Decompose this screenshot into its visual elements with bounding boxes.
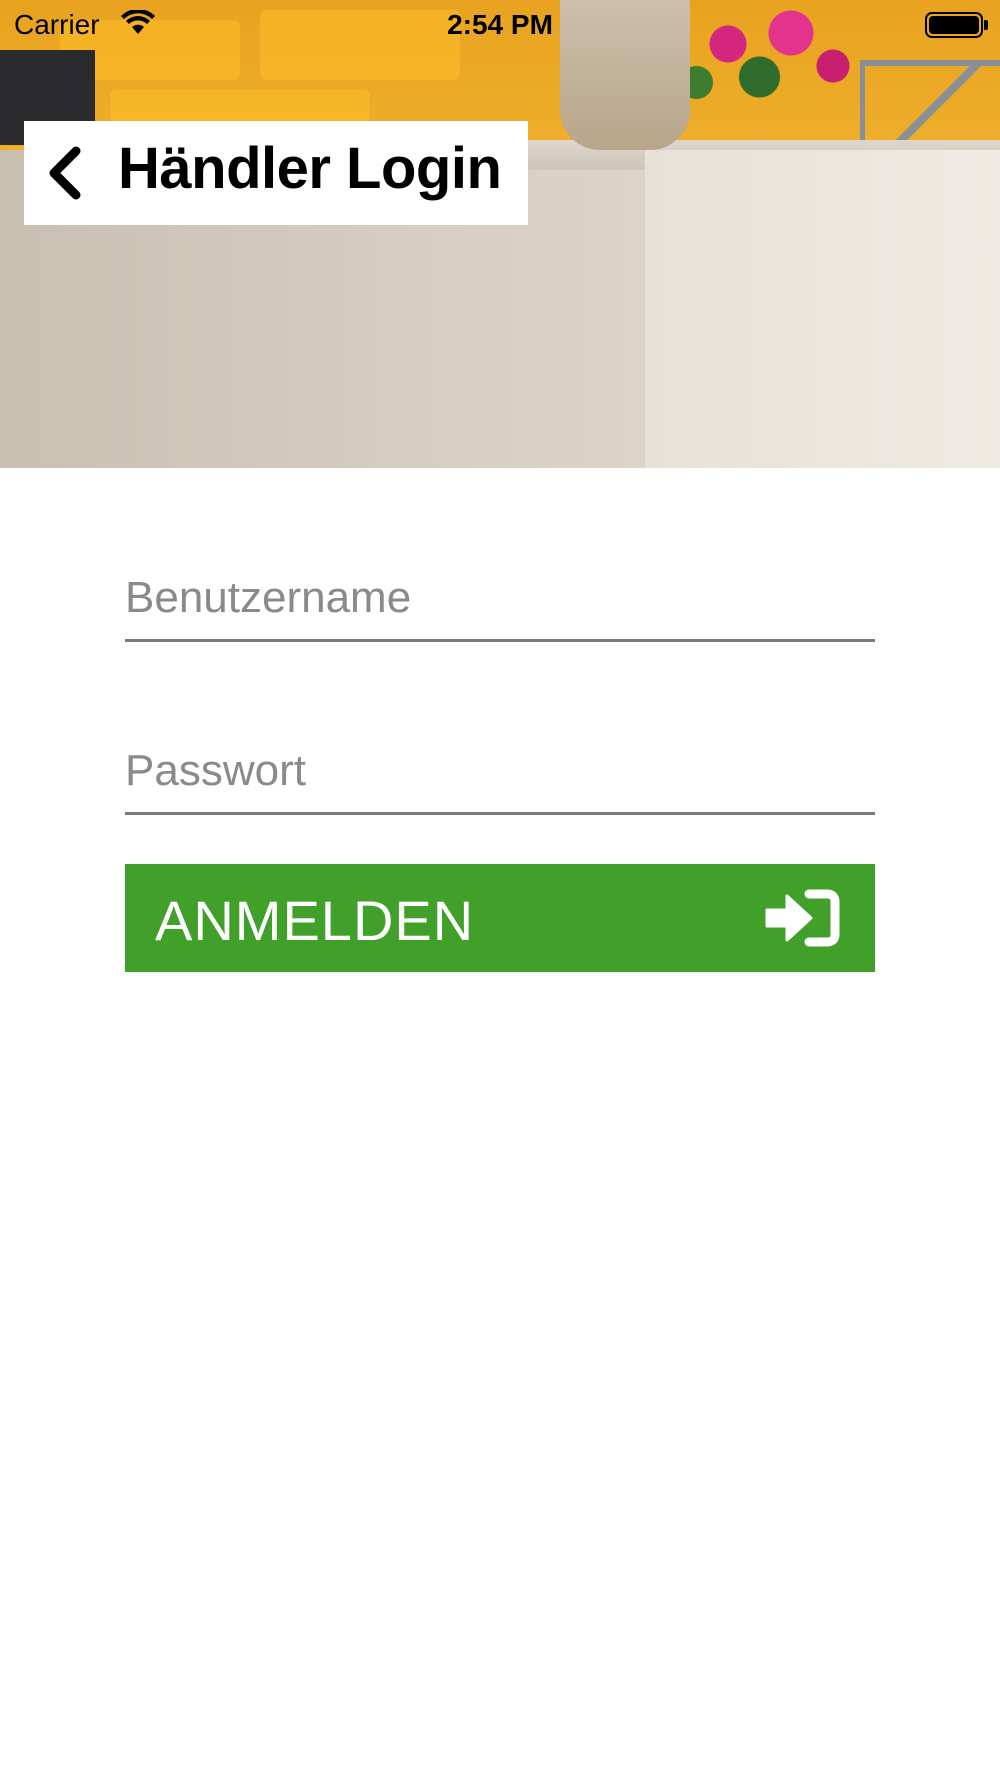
title-bar: Händler Login <box>24 121 528 225</box>
login-button-label: ANMELDEN <box>155 889 475 952</box>
chevron-left-icon[interactable] <box>42 145 90 201</box>
login-button[interactable]: ANMELDEN <box>125 864 875 972</box>
header-image <box>0 0 1000 468</box>
username-field[interactable] <box>125 550 875 642</box>
page-title: Händler Login <box>118 136 502 201</box>
sign-in-icon <box>765 889 840 947</box>
battery-icon <box>925 12 983 38</box>
clock: 2:54 PM <box>447 9 553 40</box>
password-input[interactable] <box>125 746 875 796</box>
username-input[interactable] <box>125 573 875 623</box>
password-field[interactable] <box>125 723 875 815</box>
status-bar: Carrier 2:54 PM <box>0 0 1000 50</box>
